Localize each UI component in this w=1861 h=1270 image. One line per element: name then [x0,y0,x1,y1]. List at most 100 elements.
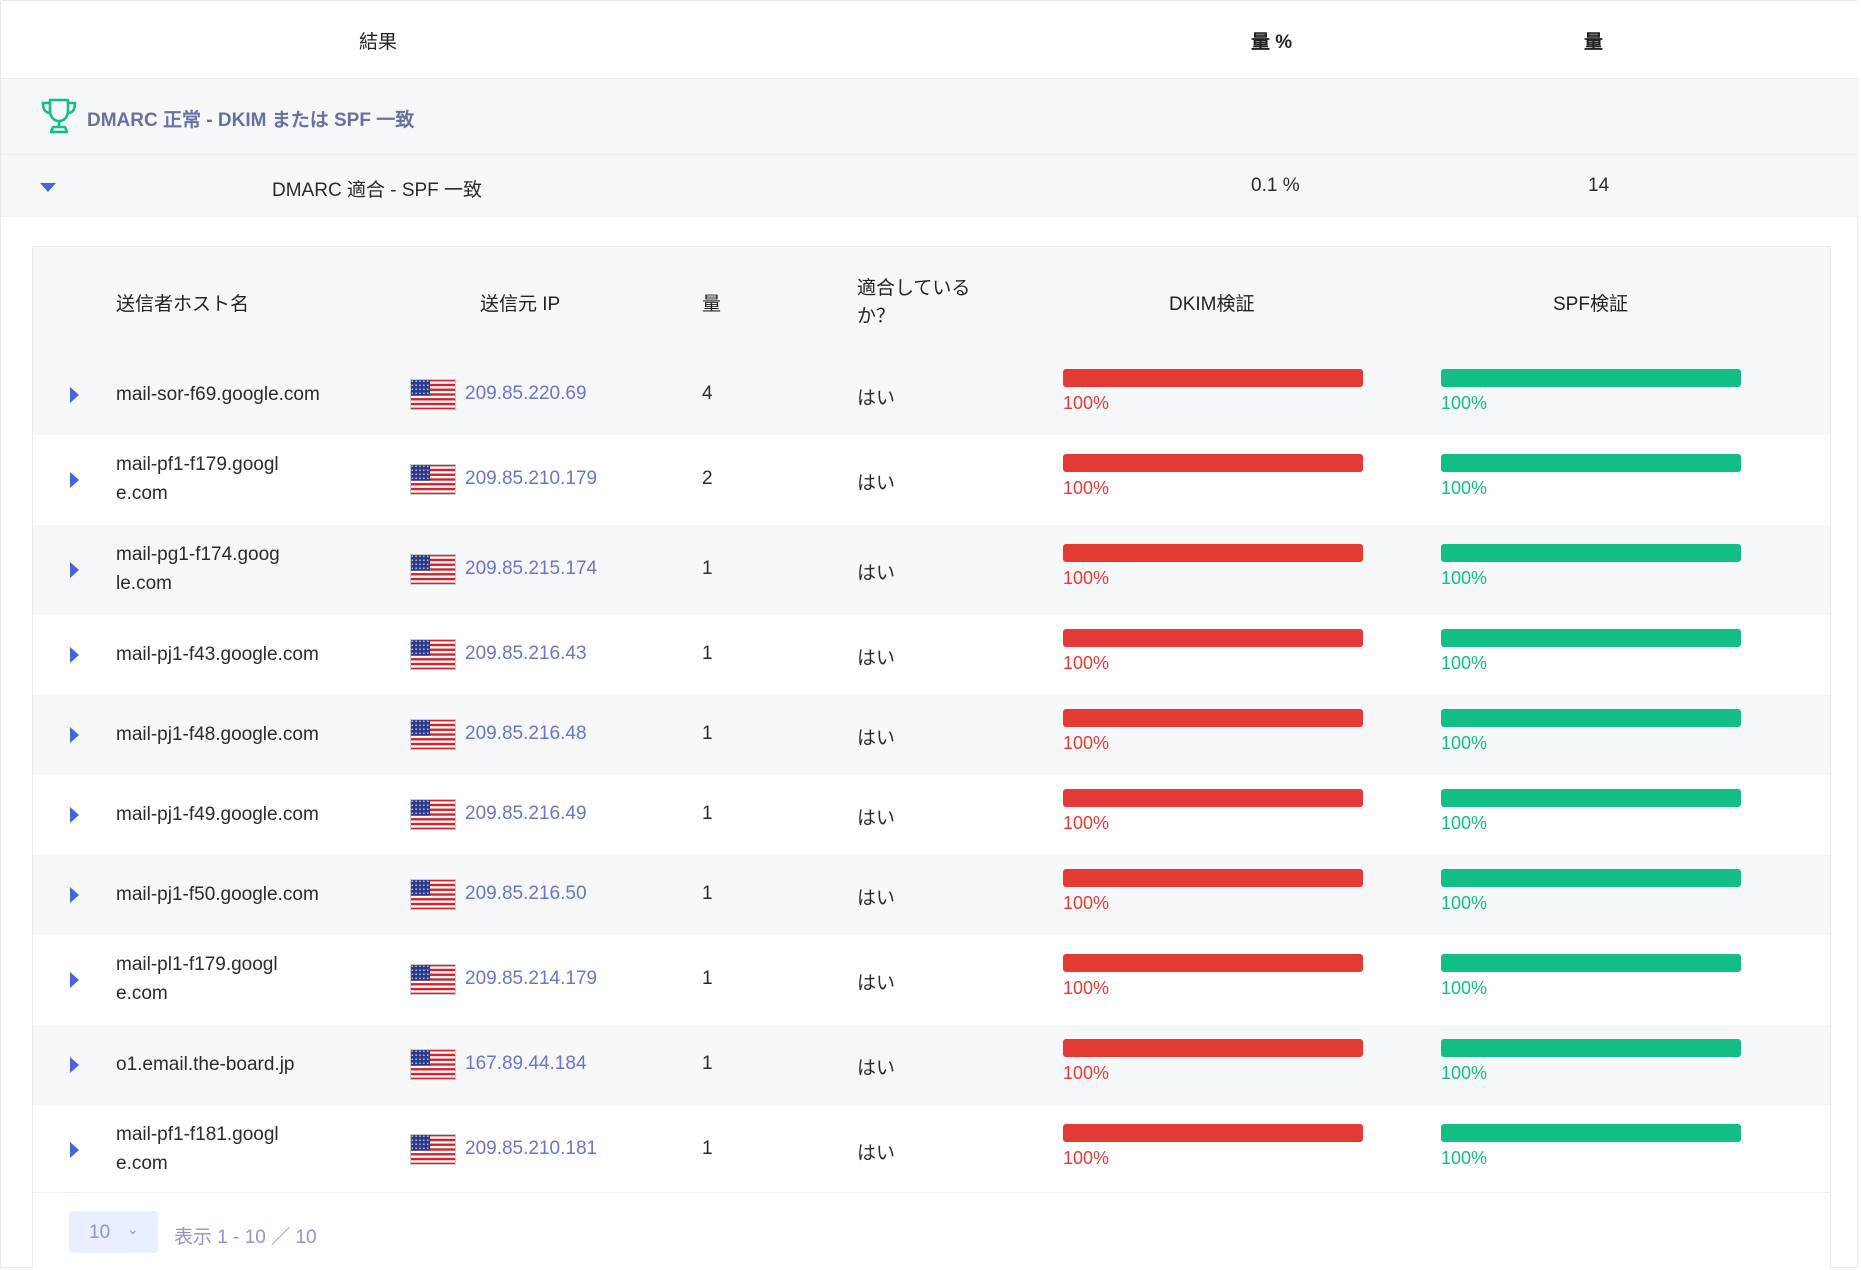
expand-caret-icon[interactable] [70,562,79,578]
table-row[interactable]: o1.email.the-board.jp 167.89.44.184 1 はい 100… [33,1025,1830,1105]
dkim-percent: 100% [1063,478,1110,498]
spf-percent: 100% [1441,478,1488,498]
row-volume: 1 [702,558,713,579]
table-row[interactable]: mail-sor-f69.google.com 209.85.220.69 4 はい 1… [33,355,1830,435]
dkim-bar [1063,709,1363,727]
row-aligned: はい [857,648,896,669]
dkim-percent: 100% [1063,1063,1110,1083]
us-flag-icon [410,799,456,830]
dkim-column-header: DKIM検証 [1169,294,1255,315]
row-aligned: はい [857,388,896,409]
expand-caret-icon[interactable] [70,807,79,823]
table-row[interactable]: mail-pj1-f49.google.com 209.85.216.49 1 はい 1… [33,775,1830,855]
source-ip-link[interactable]: 209.85.216.48 [465,723,587,745]
expand-caret-icon[interactable] [70,647,79,663]
us-flag-icon [410,879,456,910]
row-aligned: はい [857,728,896,749]
dkim-percent: 100% [1063,393,1110,413]
us-flag-icon [410,1049,456,1080]
expand-caret-icon[interactable] [70,887,79,903]
source-ip-link[interactable]: 209.85.215.174 [465,558,597,580]
spf-bar [1441,629,1741,647]
dmarc-spf-aligned-row[interactable]: DMARC 適合 - SPF 一致 0.1 % 14 [1,155,1859,217]
page-size-value: 10 [89,1222,111,1243]
source-ip-link[interactable]: 209.85.220.69 [465,383,587,405]
volume-pct-column-header[interactable]: 量 % [1251,27,1292,54]
row-volume: 1 [702,968,713,989]
source-ip-link[interactable]: 209.85.216.50 [465,883,587,905]
subgroup-volume: 14 [1588,175,1610,196]
chevron-down-icon: ⌄ [127,1221,139,1237]
table-row[interactable]: mail-pl1-f179.google.com 209.85.214.179 1 は… [33,935,1830,1025]
spf-percent: 100% [1441,653,1488,673]
row-aligned: はい [857,473,896,494]
row-aligned: はい [857,1058,896,1079]
dkim-percent: 100% [1063,653,1110,673]
table-footer: 10 ⌄ 表示 1 - 10 ／ 10 [33,1192,1830,1268]
spf-percent: 100% [1441,393,1488,413]
source-ip-link[interactable]: 209.85.210.181 [465,1138,597,1160]
spf-percent: 100% [1441,813,1488,833]
source-ip-link[interactable]: 209.85.216.49 [465,803,587,825]
dkim-percent: 100% [1063,568,1110,588]
spf-column-header: SPF検証 [1553,294,1628,315]
dkim-bar [1063,869,1363,887]
row-aligned: はい [857,563,896,584]
expand-caret-icon[interactable] [70,727,79,743]
spf-percent: 100% [1441,978,1488,998]
source-ip-link[interactable]: 209.85.214.179 [465,968,597,990]
table-row[interactable]: mail-pj1-f48.google.com 209.85.216.48 1 はい 1… [33,695,1830,775]
expand-caret-icon[interactable] [70,1142,79,1158]
sender-host: mail-pg1-f174.google.com [116,544,280,594]
spf-bar [1441,544,1741,562]
group-title: DMARC 正常 - DKIM または SPF 一致 [87,110,415,131]
table-row[interactable]: mail-pj1-f50.google.com 209.85.216.50 1 はい 1… [33,855,1830,935]
result-column-header: 結果 [359,32,398,53]
row-volume: 1 [702,643,713,664]
subgroup-label: DMARC 適合 - SPF 一致 [272,180,483,201]
dkim-percent: 100% [1063,1148,1110,1168]
dmarc-pass-group: DMARC 正常 - DKIM または SPF 一致 [1,79,1859,155]
sender-host: mail-pl1-f179.google.com [116,954,278,1004]
row-aligned: はい [857,973,896,994]
spf-percent: 100% [1441,568,1488,588]
dkim-percent: 100% [1063,978,1110,998]
expand-caret-icon[interactable] [70,1057,79,1073]
expand-caret-icon[interactable] [70,472,79,488]
expand-caret-icon[interactable] [70,972,79,988]
spf-bar [1441,1039,1741,1057]
table-row[interactable]: mail-pf1-f179.google.com 209.85.210.179 2 は… [33,435,1830,525]
page-size-select[interactable]: 10 ⌄ [69,1211,158,1253]
collapse-caret-icon[interactable] [40,183,56,192]
row-volume: 1 [702,723,713,744]
us-flag-icon [410,1134,456,1165]
row-aligned: はい [857,888,896,909]
sender-host: mail-pj1-f43.google.com [116,644,319,665]
spf-bar [1441,709,1741,727]
spf-percent: 100% [1441,733,1488,753]
row-volume: 1 [702,883,713,904]
spf-bar [1441,789,1741,807]
expand-caret-icon[interactable] [70,387,79,403]
report-panel: 結果 量 % 量 DMARC 正常 - DKIM または SPF 一致 DMAR… [0,0,1859,1268]
volume-column-header-inner: 量 [702,294,722,315]
table-row[interactable]: mail-pf1-f181.google.com 209.85.210.181 1 は… [33,1105,1830,1195]
sender-host: mail-pf1-f181.google.com [116,1124,279,1174]
dkim-bar [1063,1039,1363,1057]
source-ip-link[interactable]: 167.89.44.184 [465,1053,587,1075]
us-flag-icon [410,464,456,495]
table-row[interactable]: mail-pj1-f43.google.com 209.85.216.43 1 はい 1… [33,615,1830,695]
source-ip-link[interactable]: 209.85.216.43 [465,643,587,665]
dkim-bar [1063,629,1363,647]
spf-bar [1441,1124,1741,1142]
table-row[interactable]: mail-pg1-f174.google.com 209.85.215.174 1 は… [33,525,1830,615]
dkim-percent: 100% [1063,733,1110,753]
dkim-percent: 100% [1063,893,1110,913]
volume-column-header[interactable]: 量 [1584,27,1603,54]
source-ip-link[interactable]: 209.85.210.179 [465,468,597,490]
table-header: 送信者ホスト名 送信元 IP 量 適合している か？ DKIM検証 SPF検証 [33,247,1830,355]
dkim-bar [1063,789,1363,807]
row-volume: 2 [702,468,713,489]
sender-details-table: 送信者ホスト名 送信元 IP 量 適合している か？ DKIM検証 SPF検証 … [32,246,1831,1268]
dkim-bar [1063,454,1363,472]
